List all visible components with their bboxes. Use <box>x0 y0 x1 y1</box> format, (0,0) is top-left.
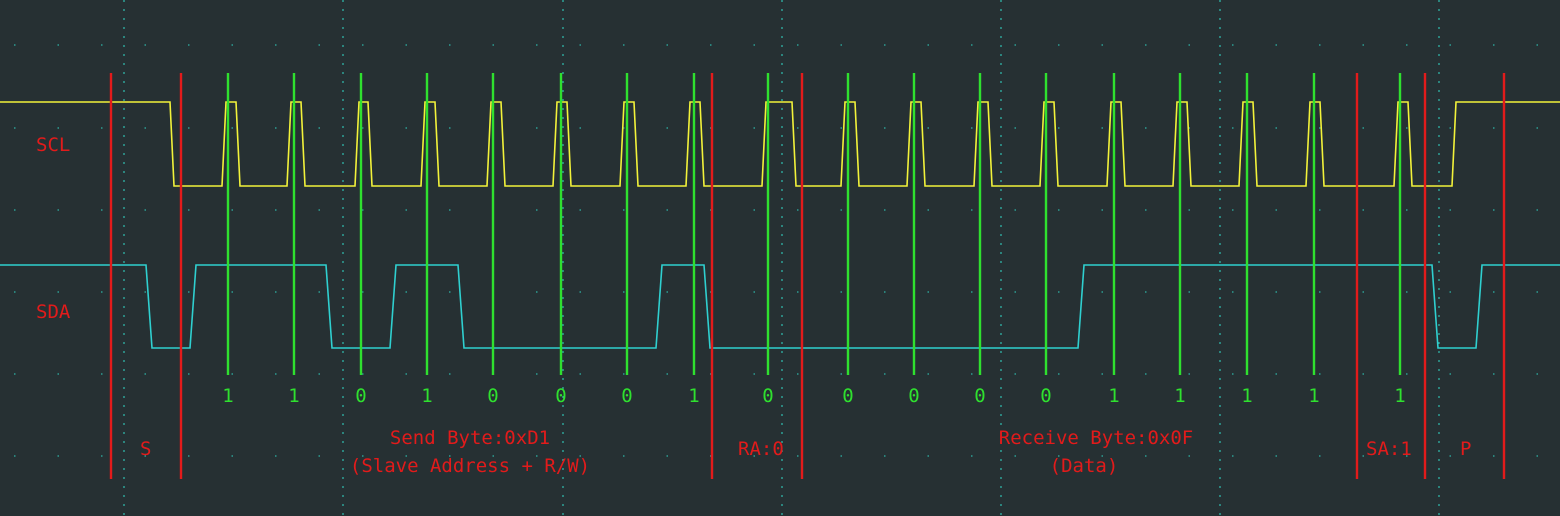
slave-ack-label: SA:1 <box>1366 438 1412 460</box>
bit-value: 0 <box>555 385 566 407</box>
scl-channel-label: SCL <box>36 134 70 156</box>
send-byte-description: (Slave Address + R/W) <box>350 455 590 477</box>
bit-value: 0 <box>355 385 366 407</box>
bit-value: 0 <box>1040 385 1051 407</box>
bit-value: 1 <box>421 385 432 407</box>
bit-value: 0 <box>762 385 773 407</box>
bit-value: 0 <box>621 385 632 407</box>
sda-channel-label: SDA <box>36 301 71 323</box>
read-ack-label: RA:0 <box>738 438 784 460</box>
bit-value: 0 <box>908 385 919 407</box>
bit-value: 1 <box>1308 385 1319 407</box>
bit-value: 1 <box>1108 385 1119 407</box>
bit-value: 1 <box>1394 385 1405 407</box>
bit-value: 0 <box>974 385 985 407</box>
bit-value: 1 <box>688 385 699 407</box>
bit-value: 1 <box>288 385 299 407</box>
oscilloscope-screen: 1 1 0 1 0 0 0 1 0 0 0 0 0 1 1 1 1 1 SCL SDA S Send Byte:0… <box>0 0 1560 516</box>
bit-value: 1 <box>1241 385 1252 407</box>
start-condition-label: S <box>140 438 151 460</box>
bit-value: 1 <box>222 385 233 407</box>
bit-value: 0 <box>842 385 853 407</box>
send-byte-label: Send Byte:0xD1 <box>390 427 550 449</box>
receive-byte-label: Receive Byte:0x0F <box>999 427 1193 449</box>
bit-value: 0 <box>487 385 498 407</box>
receive-byte-description: (Data) <box>1050 455 1119 477</box>
bit-value: 1 <box>1174 385 1185 407</box>
stop-condition-label: P <box>1460 438 1471 460</box>
